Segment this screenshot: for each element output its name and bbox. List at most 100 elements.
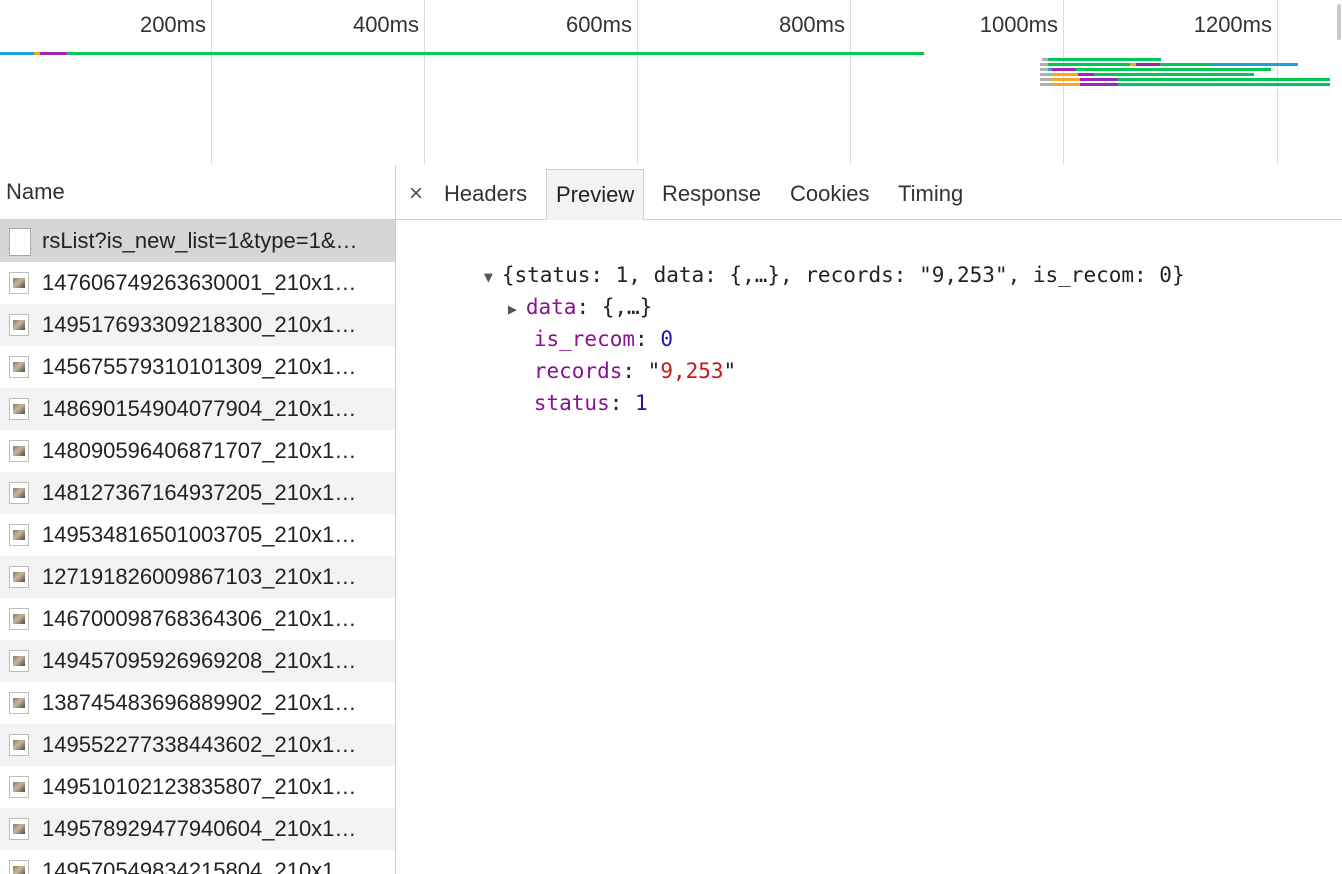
- request-name: 149457095926969208_210x1…: [42, 648, 357, 673]
- tab-timing[interactable]: Timing: [889, 169, 972, 218]
- grid-line: [424, 0, 425, 164]
- grid-line: [637, 0, 638, 164]
- request-row[interactable]: 148127367164937205_210x1…: [0, 472, 395, 514]
- request-detail-pane: × Headers Preview Response Cookies Timin…: [396, 165, 1342, 874]
- tick-label-200ms: 200ms: [139, 12, 206, 37]
- request-name: 145675579310101309_210x1…: [42, 354, 357, 379]
- request-row[interactable]: 147606749263630001_210x1…: [0, 262, 395, 304]
- json-key-status: status: [533, 391, 610, 415]
- request-name: 146700098768364306_210x1…: [42, 606, 357, 631]
- request-row[interactable]: 149552277338443602_210x1…: [0, 724, 395, 766]
- image-thumbnail-icon: [9, 734, 29, 756]
- timing-bar-ssl: [40, 52, 67, 55]
- image-thumbnail-icon: [9, 272, 29, 294]
- timing-bar-ssl: [1052, 68, 1076, 71]
- request-row[interactable]: 149534816501003705_210x1…: [0, 514, 395, 556]
- request-name: 149517693309218300_210x1…: [42, 312, 357, 337]
- json-records-line: records: "9,253": [458, 323, 736, 383]
- timing-bar-waiting: [1076, 68, 1271, 71]
- request-row[interactable]: rsList?is_new_list=1&type=1&…: [0, 220, 395, 262]
- timing-bar-stalled: [1040, 63, 1048, 66]
- request-row[interactable]: 149570549834215804_210x1…: [0, 850, 395, 874]
- request-row[interactable]: 146700098768364306_210x1…: [0, 598, 395, 640]
- timing-bar-stalled: [1040, 78, 1052, 81]
- request-name: 148690154904077904_210x1…: [42, 396, 357, 421]
- request-row[interactable]: 149510102123835807_210x1…: [0, 766, 395, 808]
- request-row[interactable]: 148090596406871707_210x1…: [0, 430, 395, 472]
- timing-bar-ssl: [1136, 63, 1160, 66]
- timing-bar-stalled: [1040, 83, 1052, 86]
- grid-line: [1063, 0, 1064, 164]
- json-colon: :: [609, 391, 636, 415]
- image-thumbnail-icon: [9, 356, 29, 378]
- timing-bar-connect: [1052, 73, 1078, 76]
- image-thumbnail-icon: [9, 818, 29, 840]
- json-is-recom-line: is_recom: 0: [458, 291, 673, 351]
- request-name: 149578929477940604_210x1…: [42, 816, 357, 841]
- grid-line: [211, 0, 212, 164]
- image-thumbnail-icon: [9, 482, 29, 504]
- image-thumbnail-icon: [9, 692, 29, 714]
- request-row[interactable]: 149517693309218300_210x1…: [0, 304, 395, 346]
- timing-bar-stalled: [1040, 73, 1052, 76]
- request-name: 148090596406871707_210x1…: [42, 438, 357, 463]
- timing-bar-stalled: [1040, 68, 1048, 71]
- request-row[interactable]: 149578929477940604_210x1…: [0, 808, 395, 850]
- timeline-scrollbar[interactable]: [1337, 4, 1341, 40]
- timing-bar-dns: [0, 52, 34, 55]
- timing-bar-connect: [1052, 78, 1080, 81]
- tick-label-1000ms: 1000ms: [979, 12, 1058, 37]
- image-thumbnail-icon: [9, 608, 29, 630]
- json-data-line[interactable]: ▶ data: {,…}: [432, 259, 652, 319]
- tick-label-600ms: 600ms: [565, 12, 632, 37]
- image-thumbnail-icon: [9, 398, 29, 420]
- tick-label-400ms: 400ms: [352, 12, 419, 37]
- request-name: rsList?is_new_list=1&type=1&…: [42, 228, 358, 253]
- detail-tab-bar: × Headers Preview Response Cookies Timin…: [396, 165, 1342, 220]
- tab-response[interactable]: Response: [653, 169, 770, 218]
- request-row[interactable]: 127191826009867103_210x1…: [0, 556, 395, 598]
- tick-label-800ms: 800ms: [778, 12, 845, 37]
- tick-label-1200ms: 1200ms: [1193, 12, 1272, 37]
- timing-bar-waiting: [1118, 83, 1330, 86]
- request-row[interactable]: 145675579310101309_210x1…: [0, 346, 395, 388]
- timing-bar-waiting: [1094, 73, 1254, 76]
- image-thumbnail-icon: [9, 314, 29, 336]
- request-name: 147606749263630001_210x1…: [42, 270, 357, 295]
- tab-headers[interactable]: Headers: [435, 169, 536, 218]
- timing-bar-connect: [1052, 83, 1080, 86]
- request-name: 127191826009867103_210x1…: [42, 564, 357, 589]
- timing-bar-ssl: [1080, 83, 1118, 86]
- timing-bar-waiting: [1118, 78, 1330, 81]
- timing-bar-waiting: [1160, 63, 1210, 66]
- request-row[interactable]: 148690154904077904_210x1…: [0, 388, 395, 430]
- request-name: 149534816501003705_210x1…: [42, 522, 357, 547]
- tab-preview[interactable]: Preview: [546, 169, 645, 220]
- request-row[interactable]: 149457095926969208_210x1…: [0, 640, 395, 682]
- image-thumbnail-icon: [9, 650, 29, 672]
- timing-bar-waiting: [67, 52, 924, 55]
- image-thumbnail-icon: [9, 776, 29, 798]
- request-name: 138745483696889902_210x1…: [42, 690, 357, 715]
- tab-cookies[interactable]: Cookies: [781, 169, 878, 218]
- json-quote: ": [647, 359, 661, 383]
- json-root-line[interactable]: ▼ {status: 1, data: {,…}, records: "9,253…: [408, 227, 1185, 287]
- timing-bar-ssl: [1080, 78, 1118, 81]
- grid-line: [850, 0, 851, 164]
- image-thumbnail-icon: [9, 440, 29, 462]
- network-overview-timeline[interactable]: 200ms 400ms 600ms 800ms 1000ms 1200ms: [0, 0, 1342, 166]
- request-name: 148127367164937205_210x1…: [42, 480, 357, 505]
- image-thumbnail-icon: [9, 860, 29, 874]
- image-thumbnail-icon: [9, 524, 29, 546]
- json-status-line: status: 1: [458, 355, 648, 415]
- grid-line: [1277, 0, 1278, 164]
- name-column-header[interactable]: Name: [0, 165, 395, 220]
- request-name: 149510102123835807_210x1…: [42, 774, 357, 799]
- timing-bar-dns: [1210, 63, 1298, 66]
- request-name: 149552277338443602_210x1…: [42, 732, 357, 757]
- timing-bar-waiting: [1048, 63, 1130, 66]
- timing-bar-waiting: [1048, 58, 1161, 61]
- close-icon[interactable]: ×: [404, 169, 428, 219]
- json-quote: ": [723, 359, 737, 383]
- request-row[interactable]: 138745483696889902_210x1…: [0, 682, 395, 724]
